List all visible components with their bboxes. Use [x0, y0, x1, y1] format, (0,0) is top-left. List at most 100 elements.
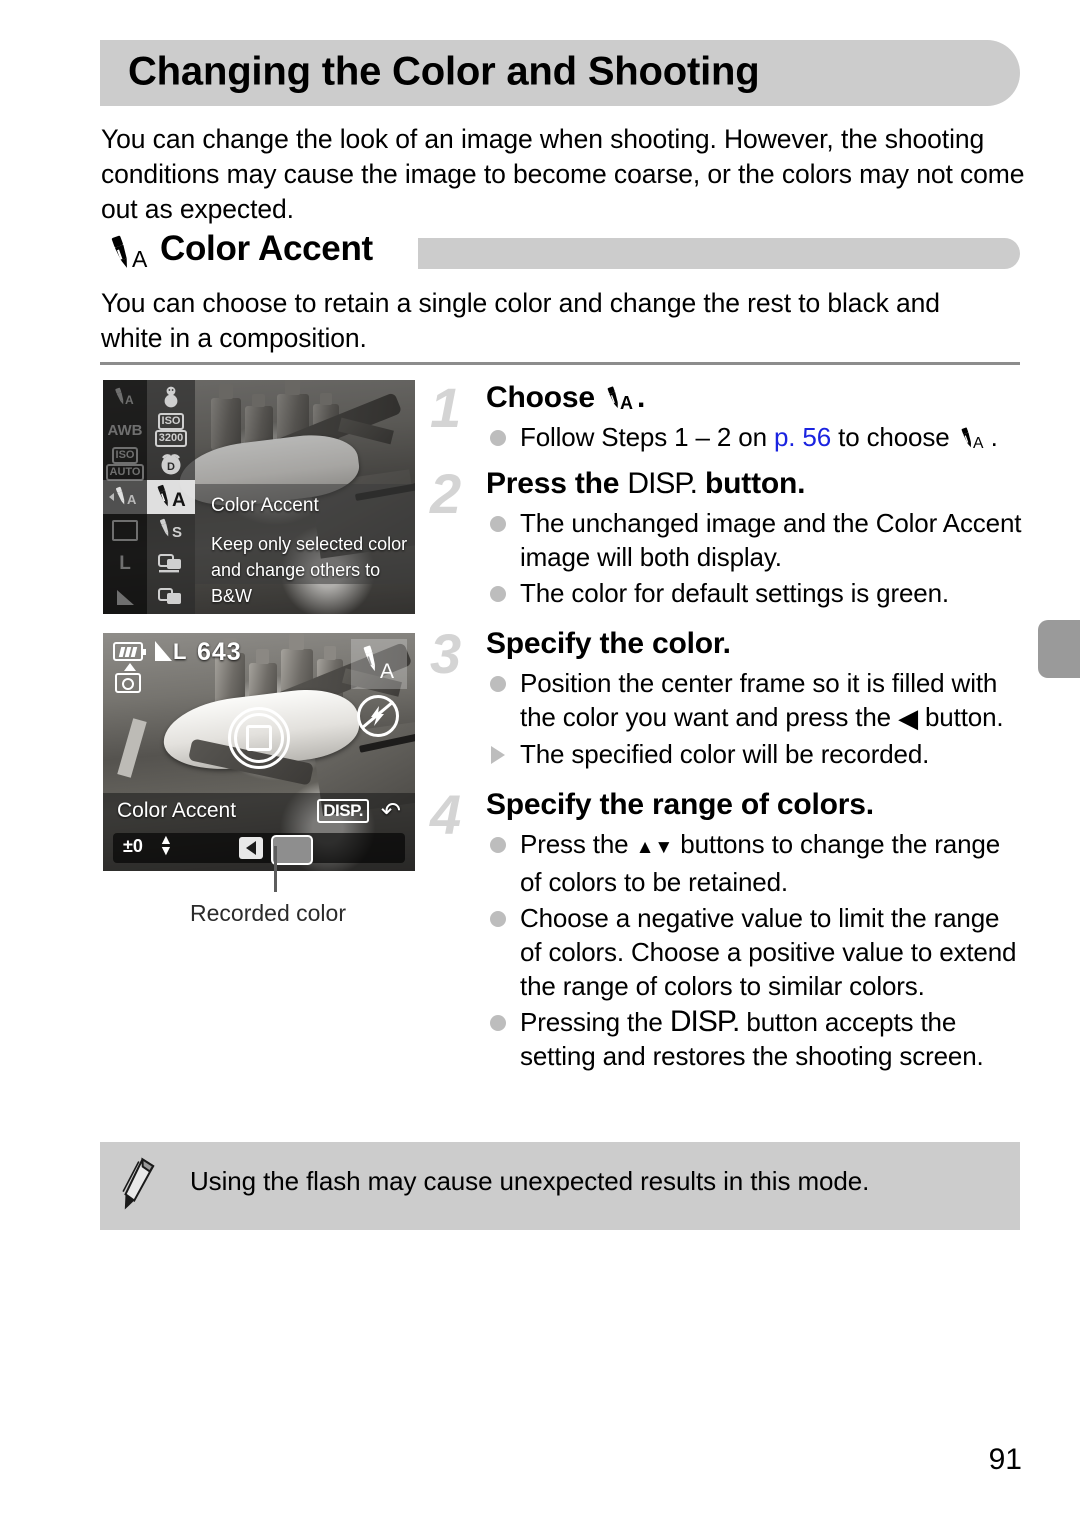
menu-item-awb[interactable]: AWB [103, 413, 147, 446]
svg-text:S: S [172, 524, 182, 541]
bullet-text: The specified color will be recorded. [520, 739, 930, 769]
menu-mode-color-swap[interactable]: S [147, 514, 195, 547]
quality-label: L [173, 639, 187, 664]
step-4-number: 4 [430, 783, 462, 846]
bullet: Press the ▲▼ buttons to change the range… [486, 827, 1020, 899]
bullet: Follow Steps 1 – 2 on p. 56 to choose A. [486, 420, 1020, 454]
svg-text:D: D [167, 461, 175, 473]
note-box: Using the flash may cause unexpected res… [100, 1142, 1020, 1230]
color-accent-icon: A [603, 383, 637, 413]
menu-selected-label: Color Accent [211, 495, 319, 516]
range-value: ±0 [123, 836, 143, 856]
bullet-dot-icon [490, 586, 506, 602]
steps-list: 1 Choose A. Follow Steps 1 – 2 on p. 56 … [430, 378, 1021, 1077]
bullet: The specified color will be recorded. [486, 737, 1020, 771]
disp-button-icon: DISP. [669, 1005, 740, 1038]
section-header: A Color Accent [100, 229, 1020, 272]
bullet: Position the center frame so it is fille… [486, 666, 1020, 735]
disp-button-chip[interactable]: DISP. [317, 799, 369, 823]
bullet: The unchanged image and the Color Accent… [486, 506, 1040, 574]
bullet: The color for default settings is green. [486, 576, 1020, 610]
shots-remaining: 643 [197, 638, 242, 666]
menu-left-column[interactable]: A AWB ISO AUTO A L [103, 380, 147, 614]
quality-triangle-icon [155, 641, 172, 661]
bullet: Pressing the DISP. button accepts the se… [486, 1005, 1020, 1073]
bullet-text-a: Pressing the [520, 1007, 670, 1037]
awb-label: AWB [107, 421, 143, 439]
step-3-heading: Specify the color. [486, 627, 731, 660]
menu-mode-column[interactable]: ISO 3200 D A S [147, 380, 195, 614]
bullet-text: The unchanged image and the Color Accent… [520, 508, 1022, 572]
menu-item-wb-a[interactable]: A [103, 380, 147, 413]
menu-item-color-accent-left[interactable]: A [103, 480, 147, 514]
step-1-bullets: Follow Steps 1 – 2 on p. 56 to choose A. [486, 420, 1020, 454]
menu-item-iso-auto[interactable]: ISO AUTO [103, 446, 147, 481]
menu-mode-color-swap-d[interactable]: D [147, 447, 195, 480]
step-4-heading: Specify the range of colors. [486, 788, 874, 821]
page-number: 91 [988, 1443, 1022, 1476]
bullet-dot-icon [490, 1015, 506, 1031]
step-1-number: 1 [430, 376, 462, 439]
camera-liveview-screenshot: L 643 A Color Accent DISP. ↶ ±0 ▲ ▼ [103, 633, 415, 871]
page-reference-link[interactable]: p. 56 [774, 422, 831, 452]
step-3-bullets: Position the center frame so it is fille… [486, 666, 1020, 771]
menu-mode-continuous[interactable] [147, 547, 195, 580]
step-1-heading: Choose A. [486, 378, 1020, 418]
return-arrow-icon: ↶ [380, 798, 401, 825]
recorded-color-swatch[interactable] [271, 835, 313, 865]
menu-item-single-shot[interactable] [103, 514, 147, 547]
step-2-number: 2 [430, 462, 462, 525]
svg-text:A: A [125, 393, 134, 407]
section-body: You can choose to retain a single color … [101, 288, 940, 353]
page-title: Changing the Color and Shooting [128, 49, 760, 94]
step-1: 1 Choose A. Follow Steps 1 – 2 on p. 56 … [430, 378, 1020, 454]
iso-label: ISO [157, 413, 185, 431]
step-1-heading-suffix: . [636, 381, 646, 414]
menu-mode-iso3200[interactable]: ISO 3200 [147, 413, 195, 448]
camera-shake-icon [115, 673, 141, 693]
pencil-icon [122, 1156, 162, 1216]
svg-text:A: A [380, 660, 394, 683]
liveview-bottom-panel: Color Accent DISP. ↶ ±0 ▲ ▼ [103, 793, 415, 871]
menu-item-image-size[interactable]: L [103, 547, 147, 580]
note-text: Using the flash may cause unexpected res… [190, 1166, 870, 1196]
menu-mode-continuous-af[interactable] [147, 581, 195, 614]
bullet-dot-icon [490, 911, 506, 927]
step-1-heading-prefix: Choose [486, 381, 603, 414]
step-3: 3 Specify the color. Position the center… [430, 624, 1020, 771]
svg-text:A: A [127, 492, 137, 507]
menu-description-line1: Keep only selected color [211, 534, 408, 554]
compression-icon [116, 589, 134, 605]
step-3-number: 3 [430, 622, 462, 685]
color-accent-icon: A [957, 425, 991, 452]
recorded-color-caption: Recorded color [190, 900, 346, 926]
color-accent-mode-icon: A [351, 639, 407, 689]
menu-description: Keep only selected color and change othe… [195, 528, 415, 606]
bullet-text: The color for default settings is green. [520, 578, 950, 608]
svg-text:A: A [973, 435, 984, 451]
menu-item-compression[interactable] [103, 581, 147, 614]
color-range-slider[interactable]: ±0 ▲ ▼ [113, 831, 405, 865]
battery-full-icon [113, 642, 146, 661]
menu-mode-color-accent[interactable]: A [147, 480, 195, 514]
bullet-text: Choose a negative value to limit the ran… [520, 903, 1017, 1001]
menu-selected-title: Color Accent [195, 484, 415, 528]
step-2-bullets: The unchanged image and the Color Accent… [486, 506, 1021, 610]
camera-menu-screenshot: A AWB ISO AUTO A L ISO 3200 D A S Color … [103, 380, 415, 614]
bullet-dot-icon [490, 516, 506, 532]
updown-arrows-icon: ▲▼ [635, 837, 674, 858]
iso-label: ISO [111, 446, 139, 464]
menu-mode-snow[interactable] [147, 380, 195, 413]
intro-paragraph: You can change the look of an image when… [101, 124, 1025, 224]
svg-text:A: A [132, 246, 148, 272]
step-2-heading: Press the DISP. button. [486, 464, 1020, 504]
page-title-banner: Changing the Color and Shooting [100, 40, 1020, 106]
section-header-bar [418, 238, 1020, 269]
svg-text:A: A [620, 393, 633, 412]
section-title: Color Accent [160, 229, 373, 268]
bullet-text-c: . [990, 422, 998, 452]
bullet-triangle-icon [491, 746, 505, 764]
updown-arrows-icon: ▲▼ [159, 831, 173, 858]
panel-mode-label: Color Accent [117, 799, 237, 822]
left-button-icon[interactable] [239, 837, 263, 859]
